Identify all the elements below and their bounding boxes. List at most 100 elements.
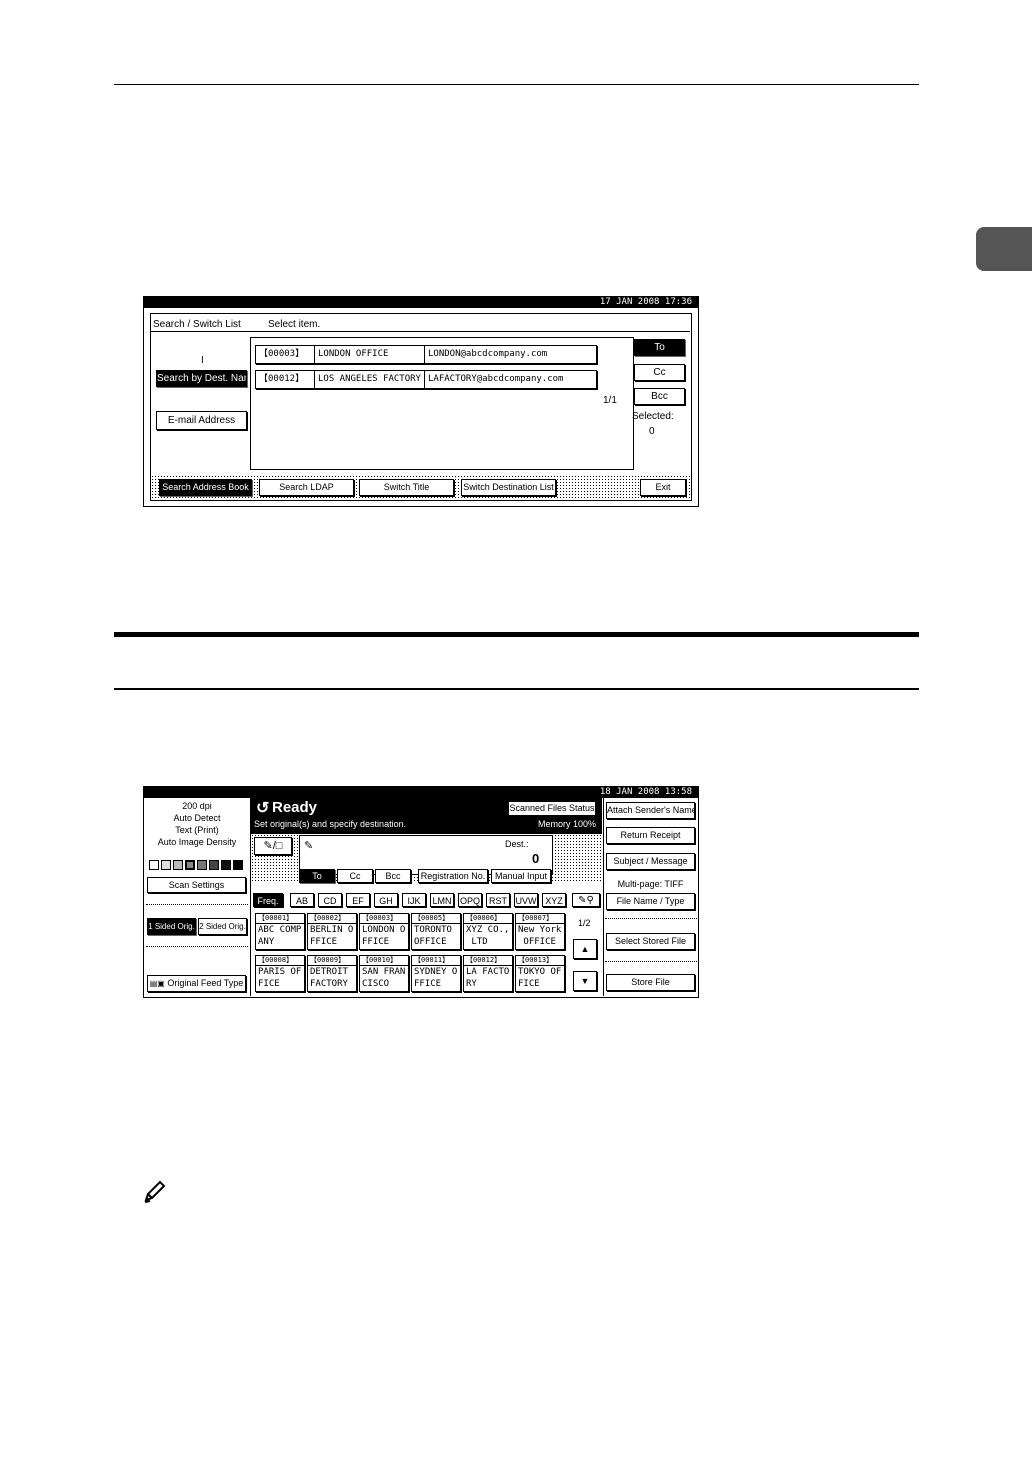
return-receipt-button[interactable]: Return Receipt xyxy=(606,827,695,844)
list-item[interactable]: 【00007】 New York OFFICE xyxy=(515,913,565,950)
entry-id: 【00008】 xyxy=(256,956,304,966)
tab-lmn[interactable]: LMN xyxy=(430,893,454,907)
switch-destination-list-button[interactable]: Switch Destination List xyxy=(461,479,556,496)
list-item[interactable]: 【00001】 ABC COMP ANY xyxy=(255,913,305,950)
to-button[interactable]: To xyxy=(634,339,685,356)
list-item[interactable]: 【00012】 LOS ANGELES FACTORY LAFACTORY@ab… xyxy=(255,370,597,389)
list-item[interactable]: 【00011】 SYDNEY O FFICE xyxy=(411,955,461,992)
list-item[interactable]: 【00013】 TOKYO OF FICE xyxy=(515,955,565,992)
destination-type-icon[interactable]: ✎/□ xyxy=(254,837,292,855)
bcc-button[interactable]: Bcc xyxy=(634,388,685,405)
entry-name: LOS ANGELES FACTORY xyxy=(315,371,425,388)
search-address-book-button[interactable]: Search Address Book xyxy=(159,479,252,496)
entry-id: 【00001】 xyxy=(256,914,304,924)
scroll-up-button[interactable]: ▲ xyxy=(573,939,597,959)
entry-name-line1: ABC COMP xyxy=(258,925,302,935)
page-indicator: 1/1 xyxy=(603,395,617,406)
density-swatch-8[interactable] xyxy=(233,860,243,870)
list-item[interactable]: 【00012】 LA FACTO RY xyxy=(463,955,513,992)
store-file-button[interactable]: Store File xyxy=(606,974,695,991)
search-destination-icon[interactable]: ✎⚲ xyxy=(572,893,600,907)
entry-name-line1: SYDNEY O xyxy=(414,967,458,977)
tab-ef[interactable]: EF xyxy=(346,893,370,907)
entry-id: 【00012】 xyxy=(256,371,315,388)
list-item[interactable]: 【00009】 DETROIT FACTORY xyxy=(307,955,357,992)
tab-cd[interactable]: CD xyxy=(318,893,342,907)
tab-uvw[interactable]: UVW xyxy=(514,893,538,907)
divider xyxy=(605,918,697,919)
prompt-text: Set original(s) and specify destination. xyxy=(254,819,407,829)
entry-name-line2: OFFICE xyxy=(414,937,447,947)
entry-name-line2: FICE xyxy=(518,979,540,989)
entry-name-line2: FACTORY xyxy=(310,979,348,989)
subject-message-button[interactable]: Subject / Message xyxy=(606,853,695,870)
manual-input-button[interactable]: Manual Input xyxy=(491,869,551,883)
original-feed-type-button[interactable]: ▤▣ Original Feed Type xyxy=(147,975,246,992)
scroll-down-button[interactable]: ▼ xyxy=(573,971,597,991)
density-swatch-7[interactable] xyxy=(221,860,231,870)
entry-email: LAFACTORY@abcdcompany.com xyxy=(428,374,564,384)
tab-opq[interactable]: OPQ xyxy=(458,893,482,907)
list-item[interactable]: 【00005】 TORONTO OFFICE xyxy=(411,913,461,950)
tab-freq[interactable]: Freq. xyxy=(253,893,283,907)
file-name-type-button[interactable]: File Name / Type xyxy=(606,893,695,910)
density-swatch-1[interactable] xyxy=(149,860,159,870)
to-button[interactable]: To xyxy=(299,869,335,883)
email-address-button[interactable]: E-mail Address xyxy=(156,411,247,430)
divider xyxy=(605,961,697,962)
list-item[interactable]: 【00010】 SAN FRAN CISCO xyxy=(359,955,409,992)
registration-no-button[interactable]: Registration No. xyxy=(418,869,488,883)
select-stored-file-button[interactable]: Select Stored File xyxy=(606,933,695,950)
entry-name-line1: PARIS OF xyxy=(258,967,302,977)
list-item[interactable]: 【00006】 XYZ CO., LTD xyxy=(463,913,513,950)
scan-settings-button[interactable]: Scan Settings xyxy=(147,877,246,893)
entry-id: 【00013】 xyxy=(516,956,564,966)
switch-title-button[interactable]: Switch Title xyxy=(359,479,454,496)
two-sided-original-button[interactable]: 2 Sided Orig. xyxy=(198,918,247,935)
density-swatch-4[interactable] xyxy=(185,860,195,870)
divider xyxy=(146,946,248,947)
tab-ijk[interactable]: IJK xyxy=(402,893,426,907)
density-swatch-5[interactable] xyxy=(197,860,207,870)
dest-count: 0 xyxy=(532,851,540,866)
list-item[interactable]: 【00003】 LONDON O FFICE xyxy=(359,913,409,950)
attach-senders-name-button[interactable]: Attach Sender's Name xyxy=(606,802,695,819)
entry-name-line1: TOKYO OF xyxy=(518,967,562,977)
cc-button[interactable]: Cc xyxy=(634,364,685,381)
density-text: Auto Image Density xyxy=(157,837,237,847)
memory-status: Memory 100% xyxy=(538,819,597,829)
list-item[interactable]: 【00008】 PARIS OF FICE xyxy=(255,955,305,992)
entry-id: 【00003】 xyxy=(360,914,408,924)
chapter-tab-marker xyxy=(976,227,1032,271)
clock: 18 JAN 2008 13:58 xyxy=(144,787,698,798)
bcc-button[interactable]: Bcc xyxy=(375,869,411,883)
exit-button[interactable]: Exit xyxy=(640,479,686,496)
instruction-text: Select item. xyxy=(268,319,321,330)
list-item[interactable]: 【00002】 BERLIN O FFICE xyxy=(307,913,357,950)
entry-name-line1: SAN FRAN xyxy=(362,967,406,977)
entry-id: 【00003】 xyxy=(256,346,315,363)
tab-rst[interactable]: RST xyxy=(486,893,510,907)
scanned-files-status-button[interactable]: Scanned Files Status xyxy=(508,801,596,816)
tab-gh[interactable]: GH xyxy=(374,893,398,907)
detect-text: Auto Detect xyxy=(173,813,221,823)
entry-id: 【00010】 xyxy=(360,956,408,966)
screen-title: Search / Switch List xyxy=(153,319,241,330)
density-swatch-6[interactable] xyxy=(209,860,219,870)
cc-button[interactable]: Cc xyxy=(337,869,373,883)
search-by-dest-name-button[interactable]: Search by Dest. Name xyxy=(156,370,247,387)
list-item[interactable]: 【00003】 LONDON OFFICE LONDON@abcdcompany… xyxy=(255,345,597,364)
entry-email: LONDON@abcdcompany.com xyxy=(428,349,548,359)
entry-name-line2: ANY xyxy=(258,937,275,947)
density-swatch-3[interactable] xyxy=(173,860,183,870)
ready-status: Ready xyxy=(272,799,318,816)
tab-ab[interactable]: AB xyxy=(290,893,314,907)
density-swatch-2[interactable] xyxy=(161,860,171,870)
selection-marker: I xyxy=(201,355,204,366)
destination-pencil-icon: ✎ xyxy=(304,840,314,852)
dest-label: Dest.: xyxy=(505,839,529,849)
search-ldap-button[interactable]: Search LDAP xyxy=(259,479,354,496)
entry-name-line2: LTD xyxy=(466,937,488,947)
tab-xyz[interactable]: XYZ xyxy=(542,893,566,907)
one-sided-original-button[interactable]: 1 Sided Orig. xyxy=(147,918,196,935)
